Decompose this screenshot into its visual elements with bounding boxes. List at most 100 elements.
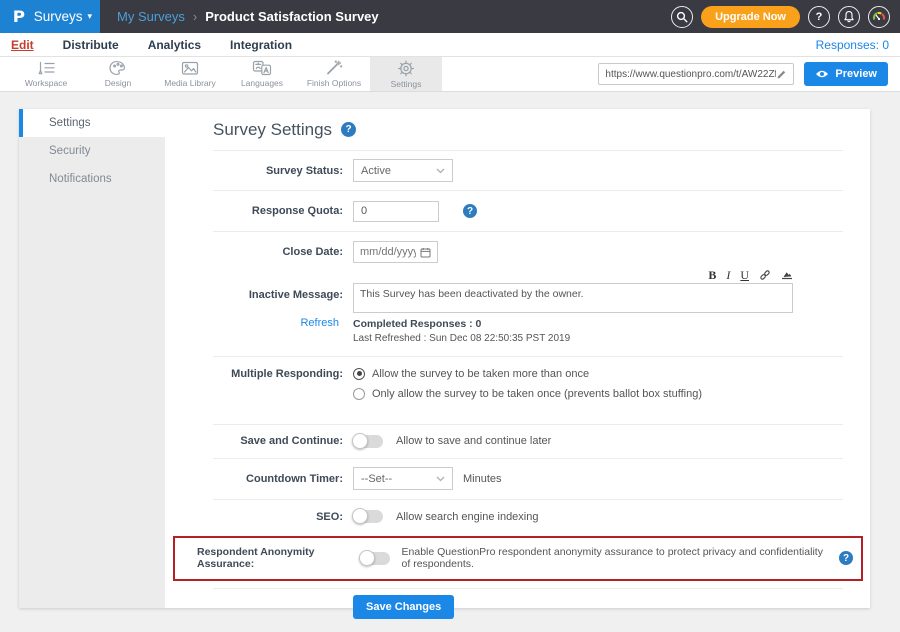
close-date-row: Close Date: bbox=[213, 239, 843, 265]
radio-allow-multiple[interactable]: Allow the survey to be taken more than o… bbox=[353, 368, 702, 380]
radio-allow-once-label: Only allow the survey to be taken once (… bbox=[372, 388, 702, 400]
survey-status-select[interactable]: Active bbox=[353, 159, 453, 182]
countdown-timer-value: --Set-- bbox=[361, 473, 392, 485]
product-menu-label: Surveys bbox=[34, 9, 83, 24]
refresh-link[interactable]: Refresh bbox=[213, 317, 353, 329]
respondent-anonymity-label: Respondent Anonymity Assurance: bbox=[175, 546, 351, 570]
multiple-responding-label: Multiple Responding: bbox=[213, 368, 353, 380]
survey-settings-help-icon[interactable]: ? bbox=[341, 122, 356, 137]
gear-icon bbox=[397, 60, 415, 77]
seo-toggle[interactable] bbox=[353, 510, 383, 523]
questionpro-logo: P bbox=[13, 7, 25, 26]
translate-icon bbox=[252, 60, 272, 76]
bold-button[interactable]: B bbox=[708, 269, 716, 281]
survey-status-value: Active bbox=[361, 165, 391, 177]
sidebar-item-notifications[interactable]: Notifications bbox=[19, 165, 165, 193]
italic-button[interactable]: I bbox=[726, 269, 730, 281]
search-button[interactable] bbox=[671, 6, 693, 28]
preview-button[interactable]: Preview bbox=[804, 62, 888, 86]
image-icon bbox=[181, 61, 199, 76]
account-usage-button[interactable] bbox=[868, 6, 890, 28]
respondent-anonymity-help-icon[interactable]: ? bbox=[839, 551, 853, 565]
help-button[interactable]: ? bbox=[808, 6, 830, 28]
tab-distribute[interactable]: Distribute bbox=[63, 38, 119, 52]
toolbar-item-finish-options[interactable]: Finish Options bbox=[298, 57, 370, 91]
minutes-suffix: Minutes bbox=[463, 473, 502, 485]
inactive-message-textarea[interactable]: This Survey has been deactivated by the … bbox=[353, 283, 793, 313]
calendar-icon[interactable] bbox=[420, 247, 431, 258]
close-date-input[interactable] bbox=[360, 246, 416, 258]
radio-selected-icon bbox=[353, 368, 365, 380]
insert-image-icon[interactable] bbox=[781, 269, 793, 280]
survey-status-label: Survey Status: bbox=[213, 165, 353, 177]
palette-icon bbox=[109, 60, 127, 76]
tab-analytics[interactable]: Analytics bbox=[148, 38, 201, 52]
save-row: Save Changes bbox=[213, 588, 843, 619]
breadcrumb-my-surveys[interactable]: My Surveys bbox=[117, 9, 185, 24]
save-and-continue-toggle[interactable] bbox=[353, 435, 383, 448]
toolbar-item-design[interactable]: Design bbox=[82, 57, 154, 91]
save-and-continue-text: Allow to save and continue later bbox=[396, 435, 551, 447]
toolbar-item-label: Media Library bbox=[164, 78, 216, 88]
eye-icon bbox=[815, 69, 829, 79]
save-and-continue-label: Save and Continue: bbox=[213, 435, 353, 447]
edit-url-pencil-icon[interactable] bbox=[776, 69, 787, 80]
workspace-icon bbox=[36, 60, 56, 76]
toolbar-item-label: Languages bbox=[241, 78, 283, 88]
close-date-label: Close Date: bbox=[213, 246, 353, 258]
sidebar-item-security[interactable]: Security bbox=[19, 137, 165, 165]
link-icon[interactable] bbox=[759, 269, 771, 281]
notifications-button[interactable] bbox=[838, 6, 860, 28]
respondent-anonymity-highlight-row: Respondent Anonymity Assurance: Enable Q… bbox=[173, 536, 863, 581]
settings-card: Settings Security Notifications Survey S… bbox=[19, 109, 870, 608]
toolbar-item-label: Design bbox=[105, 78, 131, 88]
topbar-actions: Upgrade Now ? bbox=[671, 6, 900, 28]
seo-text: Allow search engine indexing bbox=[396, 511, 538, 523]
toolbar-item-workspace[interactable]: Workspace bbox=[10, 57, 82, 91]
chevron-right-icon: › bbox=[193, 9, 197, 24]
topbar: P Surveys ▾ My Surveys › Product Satisfa… bbox=[0, 0, 900, 33]
save-and-continue-row: Save and Continue: Allow to save and con… bbox=[213, 425, 843, 459]
surveys-menu[interactable]: P Surveys ▾ bbox=[0, 0, 100, 33]
toolbar-item-label: Settings bbox=[391, 79, 422, 89]
survey-url-box bbox=[598, 63, 794, 85]
magic-wand-icon bbox=[325, 60, 343, 76]
seo-label: SEO: bbox=[213, 511, 353, 523]
tab-edit[interactable]: Edit bbox=[11, 38, 34, 52]
close-date-field bbox=[353, 241, 438, 263]
close-date-inactive-message-block: Close Date: B I U bbox=[213, 232, 843, 357]
tab-integration[interactable]: Integration bbox=[230, 38, 292, 52]
response-quota-row: Response Quota: ? bbox=[213, 191, 843, 232]
preview-label: Preview bbox=[835, 68, 877, 80]
toggle-knob bbox=[359, 550, 375, 566]
underline-button[interactable]: U bbox=[740, 269, 749, 281]
toolbar-item-settings[interactable]: Settings bbox=[370, 57, 442, 91]
seo-row: SEO: Allow search engine indexing bbox=[213, 500, 843, 534]
caret-down-icon: ▾ bbox=[88, 11, 93, 22]
response-quota-help-icon[interactable]: ? bbox=[463, 204, 477, 218]
upgrade-now-button[interactable]: Upgrade Now bbox=[701, 6, 800, 28]
toolbar-item-languages[interactable]: Languages bbox=[226, 57, 298, 91]
countdown-timer-row: Countdown Timer: --Set-- Minutes bbox=[213, 459, 843, 500]
inactive-message-label: Inactive Message: bbox=[213, 283, 353, 301]
survey-status-row: Survey Status: Active bbox=[213, 151, 843, 191]
usage-gauge-icon bbox=[872, 10, 886, 24]
page-background: Settings Security Notifications Survey S… bbox=[0, 92, 900, 632]
sidebar-item-settings[interactable]: Settings bbox=[19, 109, 165, 137]
survey-url-input[interactable] bbox=[605, 69, 776, 80]
bell-icon bbox=[843, 10, 855, 23]
countdown-timer-select[interactable]: --Set-- bbox=[353, 467, 453, 490]
radio-allow-once[interactable]: Only allow the survey to be taken once (… bbox=[353, 388, 702, 400]
respondent-anonymity-toggle[interactable] bbox=[360, 552, 390, 565]
multiple-responding-row: Multiple Responding: Allow the survey to… bbox=[213, 357, 843, 425]
save-changes-button[interactable]: Save Changes bbox=[353, 595, 454, 619]
message-format-toolbar: B I U bbox=[213, 267, 793, 282]
response-quota-input[interactable] bbox=[353, 201, 439, 222]
breadcrumb: My Surveys › Product Satisfaction Survey bbox=[117, 9, 379, 24]
last-refreshed-text: Last Refreshed : Sun Dec 08 22:50:35 PST… bbox=[353, 332, 570, 347]
toolbar-item-media-library[interactable]: Media Library bbox=[154, 57, 226, 91]
question-mark-icon: ? bbox=[816, 11, 823, 23]
questionpro-app: P Surveys ▾ My Surveys › Product Satisfa… bbox=[0, 0, 900, 632]
survey-tabbar: Edit Distribute Analytics Integration Re… bbox=[0, 33, 900, 57]
edit-toolbar: Workspace Design Media Library Languages… bbox=[0, 57, 900, 92]
